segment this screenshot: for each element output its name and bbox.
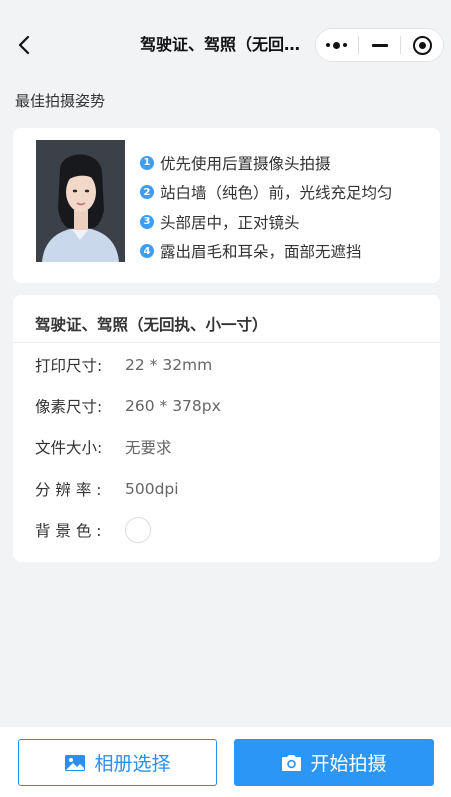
tip-number-badge: 4 <box>140 244 154 259</box>
chevron-left-icon <box>18 35 30 55</box>
spec-header: 驾驶证、驾照（无回执、小一寸） <box>13 295 440 343</box>
spec-name: 驾驶证、驾照（无回执、小一寸） <box>35 316 268 334</box>
minus-icon <box>371 43 388 47</box>
close-button[interactable] <box>401 29 443 61</box>
image-icon <box>64 754 86 772</box>
page-title: 驾驶证、驾照（无回执... <box>140 35 312 54</box>
tip-text: 头部居中，正对镜头 <box>160 213 300 232</box>
spec-label: 分 辨 率 : <box>35 481 102 499</box>
spec-value: 260 * 378px <box>125 397 221 415</box>
spec-row-resolution: 分 辨 率 : 500dpi <box>35 478 179 500</box>
spec-label: 背 景 色 : <box>35 522 102 540</box>
section-title: 最佳拍摄姿势 <box>15 92 106 110</box>
more-dots-icon <box>326 41 348 49</box>
spec-label: 像素尺寸: <box>35 398 103 416</box>
tip-number-badge: 1 <box>140 155 154 170</box>
camera-icon <box>281 754 302 772</box>
spec-value: 500dpi <box>125 480 179 498</box>
spec-value: 22 * 32mm <box>125 356 213 374</box>
sample-portrait-photo <box>36 140 125 262</box>
start-shooting-label: 开始拍摄 <box>310 753 387 775</box>
minimize-button[interactable] <box>359 29 401 61</box>
photo-spec-card: 驾驶证、驾照（无回执、小一寸） 打印尺寸: 22 * 32mm 像素尺寸: 26… <box>13 295 440 562</box>
spec-value: 无要求 <box>125 439 172 457</box>
spec-row-file-size: 文件大小: 无要求 <box>35 436 172 458</box>
spec-label: 打印尺寸: <box>35 357 103 375</box>
album-select-button[interactable]: 相册选择 <box>18 739 217 786</box>
tip-text: 优先使用后置摄像头拍摄 <box>160 154 331 173</box>
back-button[interactable] <box>14 34 36 56</box>
start-shooting-button[interactable]: 开始拍摄 <box>234 739 434 786</box>
mini-program-capsule <box>315 28 444 62</box>
tip-text: 露出眉毛和耳朵，面部无遮挡 <box>160 243 362 262</box>
target-circle-icon <box>412 35 432 55</box>
spec-row-pixel-size: 像素尺寸: 260 * 378px <box>35 395 221 417</box>
navigation-bar: 驾驶证、驾照（无回执... <box>0 0 451 70</box>
background-color-swatch <box>125 517 151 543</box>
tip-text: 站白墙（纯色）前，光线充足均匀 <box>160 184 393 203</box>
pose-tips-list: 1 优先使用后置摄像头拍摄 2 站白墙（纯色）前，光线充足均匀 3 头部居中，正… <box>140 148 393 266</box>
tip-number-badge: 2 <box>140 185 154 200</box>
spec-row-background-color: 背 景 色 : <box>35 517 151 543</box>
bottom-action-bar: 相册选择 开始拍摄 <box>0 727 451 797</box>
more-button[interactable] <box>316 29 358 61</box>
spec-row-print-size: 打印尺寸: 22 * 32mm <box>35 354 212 376</box>
album-select-label: 相册选择 <box>94 753 171 775</box>
spec-label: 文件大小: <box>35 439 103 457</box>
list-item: 1 优先使用后置摄像头拍摄 <box>140 148 393 178</box>
pose-guide-card: 1 优先使用后置摄像头拍摄 2 站白墙（纯色）前，光线充足均匀 3 头部居中，正… <box>13 128 440 283</box>
list-item: 4 露出眉毛和耳朵，面部无遮挡 <box>140 237 393 267</box>
list-item: 2 站白墙（纯色）前，光线充足均匀 <box>140 178 393 208</box>
tip-number-badge: 3 <box>140 214 154 229</box>
list-item: 3 头部居中，正对镜头 <box>140 207 393 237</box>
